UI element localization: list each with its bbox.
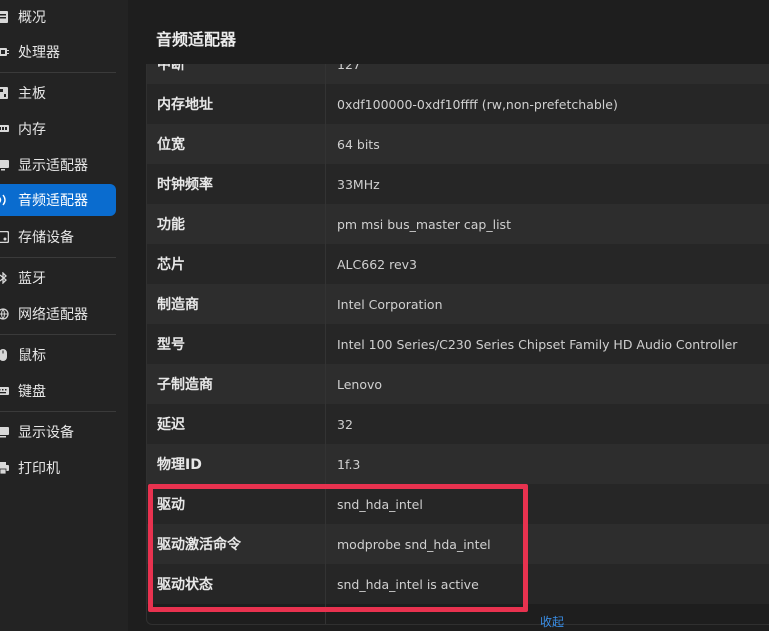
sidebar-item-audio-adapter[interactable]: 音频适配器 (0, 184, 116, 216)
memory-icon (0, 122, 9, 136)
row-key: 驱动状态 (157, 577, 213, 593)
table-row: 中断 127 (147, 64, 769, 84)
network-adapter-icon (0, 307, 9, 321)
main-panel: 音频适配器 中断 127 内存地址 0xdf100000-0xdf10ffff … (128, 0, 769, 631)
sidebar-item-overview[interactable]: 概况 (0, 1, 116, 33)
row-key: 功能 (157, 217, 185, 233)
monitor-icon (0, 425, 9, 439)
table-row: 子制造商 Lenovo (147, 364, 769, 404)
table-row: 功能 pm msi bus_master cap_list (147, 204, 769, 244)
sidebar-item-mouse[interactable]: 鼠标 (0, 339, 116, 371)
table-row: 物理ID 1f.3 (147, 444, 769, 484)
motherboard-icon (0, 86, 9, 100)
storage-icon (0, 230, 9, 244)
sidebar-item-label: 显示适配器 (18, 158, 88, 174)
row-value: 0xdf100000-0xdf10ffff (rw,non-prefetchab… (337, 96, 618, 112)
sidebar-item-label: 主板 (18, 86, 46, 102)
sidebar-item-motherboard[interactable]: 主板 (0, 77, 116, 109)
sidebar-item-cpu[interactable]: 处理器 (0, 36, 116, 68)
sidebar-divider (0, 257, 116, 258)
row-value: 32 (337, 416, 353, 432)
sidebar-divider (0, 411, 116, 412)
sidebar-item-label: 打印机 (18, 461, 60, 477)
page-title: 音频适配器 (156, 30, 237, 49)
table-row: 制造商 Intel Corporation (147, 284, 769, 324)
sidebar-item-label: 键盘 (18, 384, 46, 400)
row-value: snd_hda_intel is active (337, 576, 479, 592)
sidebar-item-label: 存储设备 (18, 230, 74, 246)
sidebar-item-label: 处理器 (18, 45, 60, 61)
sidebar-item-storage[interactable]: 存储设备 (0, 221, 116, 253)
table-row: 位宽 64 bits (147, 124, 769, 164)
row-value: ALC662 rev3 (337, 256, 417, 272)
row-value: Lenovo (337, 376, 383, 392)
row-key: 型号 (157, 337, 185, 353)
row-value: Intel 100 Series/C230 Series Chipset Fam… (337, 336, 738, 352)
device-manager-window: 概况 处理器 主板 内存 显示适配器 音频适配器 存储设备 蓝牙 网络适配器 鼠… (0, 0, 769, 631)
table-row: 内存地址 0xdf100000-0xdf10ffff (rw,non-prefe… (147, 84, 769, 124)
cpu-icon (0, 45, 9, 59)
row-value: Intel Corporation (337, 296, 443, 312)
row-value: pm msi bus_master cap_list (337, 216, 511, 232)
sidebar-divider (0, 334, 116, 335)
row-value: 127 (337, 64, 361, 72)
sidebar-item-label: 显示设备 (18, 425, 74, 441)
display-adapter-icon (0, 158, 9, 172)
mouse-icon (0, 348, 9, 362)
sidebar-item-label: 蓝牙 (18, 271, 46, 287)
table-row: 芯片 ALC662 rev3 (147, 244, 769, 284)
keyboard-icon (0, 384, 9, 398)
row-value: 64 bits (337, 136, 380, 152)
sidebar: 概况 处理器 主板 内存 显示适配器 音频适配器 存储设备 蓝牙 网络适配器 鼠… (0, 0, 128, 631)
column-divider (325, 64, 326, 624)
sidebar-item-network-adapter[interactable]: 网络适配器 (0, 298, 116, 330)
row-value: modprobe snd_hda_intel (337, 536, 491, 552)
sidebar-item-label: 网络适配器 (18, 307, 88, 323)
row-key: 驱动 (157, 497, 185, 513)
bluetooth-icon (0, 271, 9, 285)
sidebar-item-keyboard[interactable]: 键盘 (0, 375, 116, 407)
sidebar-divider (0, 72, 116, 73)
row-key: 物理ID (157, 457, 202, 473)
row-value: 1f.3 (337, 456, 361, 472)
row-key: 子制造商 (157, 377, 213, 393)
row-key: 时钟频率 (157, 177, 213, 193)
sidebar-item-label: 音频适配器 (18, 193, 88, 209)
sidebar-item-memory[interactable]: 内存 (0, 113, 116, 145)
row-key: 驱动激活命令 (157, 537, 241, 553)
table-row: 驱动激活命令 modprobe snd_hda_intel (147, 524, 769, 564)
sidebar-item-monitor[interactable]: 显示设备 (0, 416, 116, 448)
row-key: 内存地址 (157, 97, 213, 113)
row-key: 延迟 (157, 417, 185, 433)
row-key: 中断 (157, 64, 185, 73)
collapse-link[interactable]: 收起 (540, 613, 564, 630)
row-value: 33MHz (337, 176, 380, 192)
table-row: 驱动 snd_hda_intel (147, 484, 769, 524)
sidebar-item-printer[interactable]: 打印机 (0, 452, 116, 484)
printer-icon (0, 461, 9, 475)
sidebar-item-label: 概况 (18, 10, 46, 26)
table-row: 驱动状态 snd_hda_intel is active (147, 564, 769, 604)
table-row: 型号 Intel 100 Series/C230 Series Chipset … (147, 324, 769, 364)
sidebar-item-label: 鼠标 (18, 348, 46, 364)
device-info-table[interactable]: 中断 127 内存地址 0xdf100000-0xdf10ffff (rw,no… (146, 64, 769, 625)
row-key: 芯片 (157, 257, 185, 273)
sidebar-item-display-adapter[interactable]: 显示适配器 (0, 149, 116, 181)
row-key: 制造商 (157, 297, 199, 313)
sidebar-item-label: 内存 (18, 122, 46, 138)
audio-adapter-icon (0, 193, 9, 207)
sidebar-item-bluetooth[interactable]: 蓝牙 (0, 262, 116, 294)
table-row: 延迟 32 (147, 404, 769, 444)
row-key: 位宽 (157, 137, 185, 153)
row-value: snd_hda_intel (337, 496, 423, 512)
table-row: 时钟频率 33MHz (147, 164, 769, 204)
overview-icon (0, 10, 9, 24)
